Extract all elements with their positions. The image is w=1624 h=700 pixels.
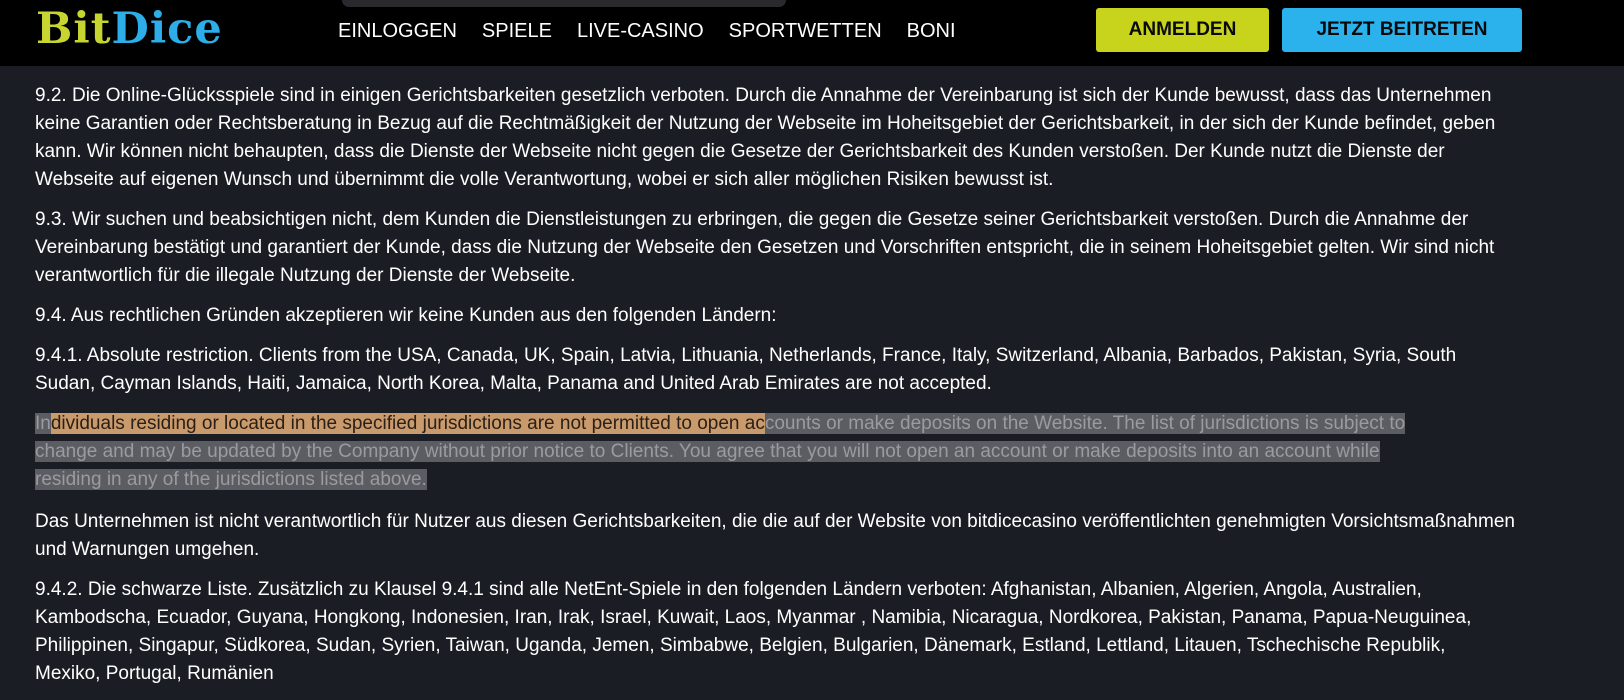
- logo-bit: Bit: [36, 4, 112, 54]
- paragraph-9-3: 9.3. Wir suchen und beabsichtigen nicht,…: [35, 209, 1495, 286]
- paragraph-9-4-1: 9.4.1. Absolute restriction. Clients fro…: [35, 345, 1457, 394]
- selection-prefix: In: [35, 413, 51, 434]
- join-now-button[interactable]: JETZT BEITRETEN: [1282, 8, 1522, 52]
- selection-highlight-match: dividuals residing or located in the spe…: [50, 413, 765, 434]
- paragraph-9-4: 9.4. Aus rechtlichen Gründen akzeptieren…: [35, 305, 777, 326]
- bitdice-logo[interactable]: Bit Dice: [36, 3, 223, 55]
- selection-line1-rest: counts or make deposits on the Website. …: [764, 413, 1406, 434]
- top-navbar: Bit Dice EINLOGGEN SPIELE LIVE-CASINO SPO…: [0, 0, 1624, 66]
- terms-content: 9.2. Die Online-Glücksspiele sind in ein…: [35, 82, 1515, 700]
- selected-text-block[interactable]: Individuals residing or located in the s…: [35, 410, 1515, 494]
- sign-in-button[interactable]: ANMELDEN: [1096, 8, 1269, 52]
- nav-bonuses[interactable]: BONI: [907, 17, 956, 45]
- selection-line2: change and may be updated by the Company…: [35, 441, 1380, 462]
- logo-dice: Dice: [111, 4, 223, 54]
- nav-games[interactable]: SPIELE: [482, 17, 552, 45]
- nav-sports-betting[interactable]: SPORTWETTEN: [729, 17, 882, 45]
- selection-line3: residing in any of the jurisdictions lis…: [35, 469, 427, 490]
- paragraph-9-2: 9.2. Die Online-Glücksspiele sind in ein…: [35, 85, 1496, 190]
- top-pulldown-tab[interactable]: [342, 0, 786, 7]
- nav-live-casino[interactable]: LIVE-CASINO: [577, 17, 704, 45]
- nav-login[interactable]: EINLOGGEN: [338, 17, 457, 45]
- paragraph-9-4-2: 9.4.2. Die schwarze Liste. Zusätzlich zu…: [35, 579, 1472, 684]
- main-nav: EINLOGGEN SPIELE LIVE-CASINO SPORTWETTEN…: [338, 17, 981, 45]
- paragraph-company-disclaimer: Das Unternehmen ist nicht verantwortlich…: [35, 511, 1515, 560]
